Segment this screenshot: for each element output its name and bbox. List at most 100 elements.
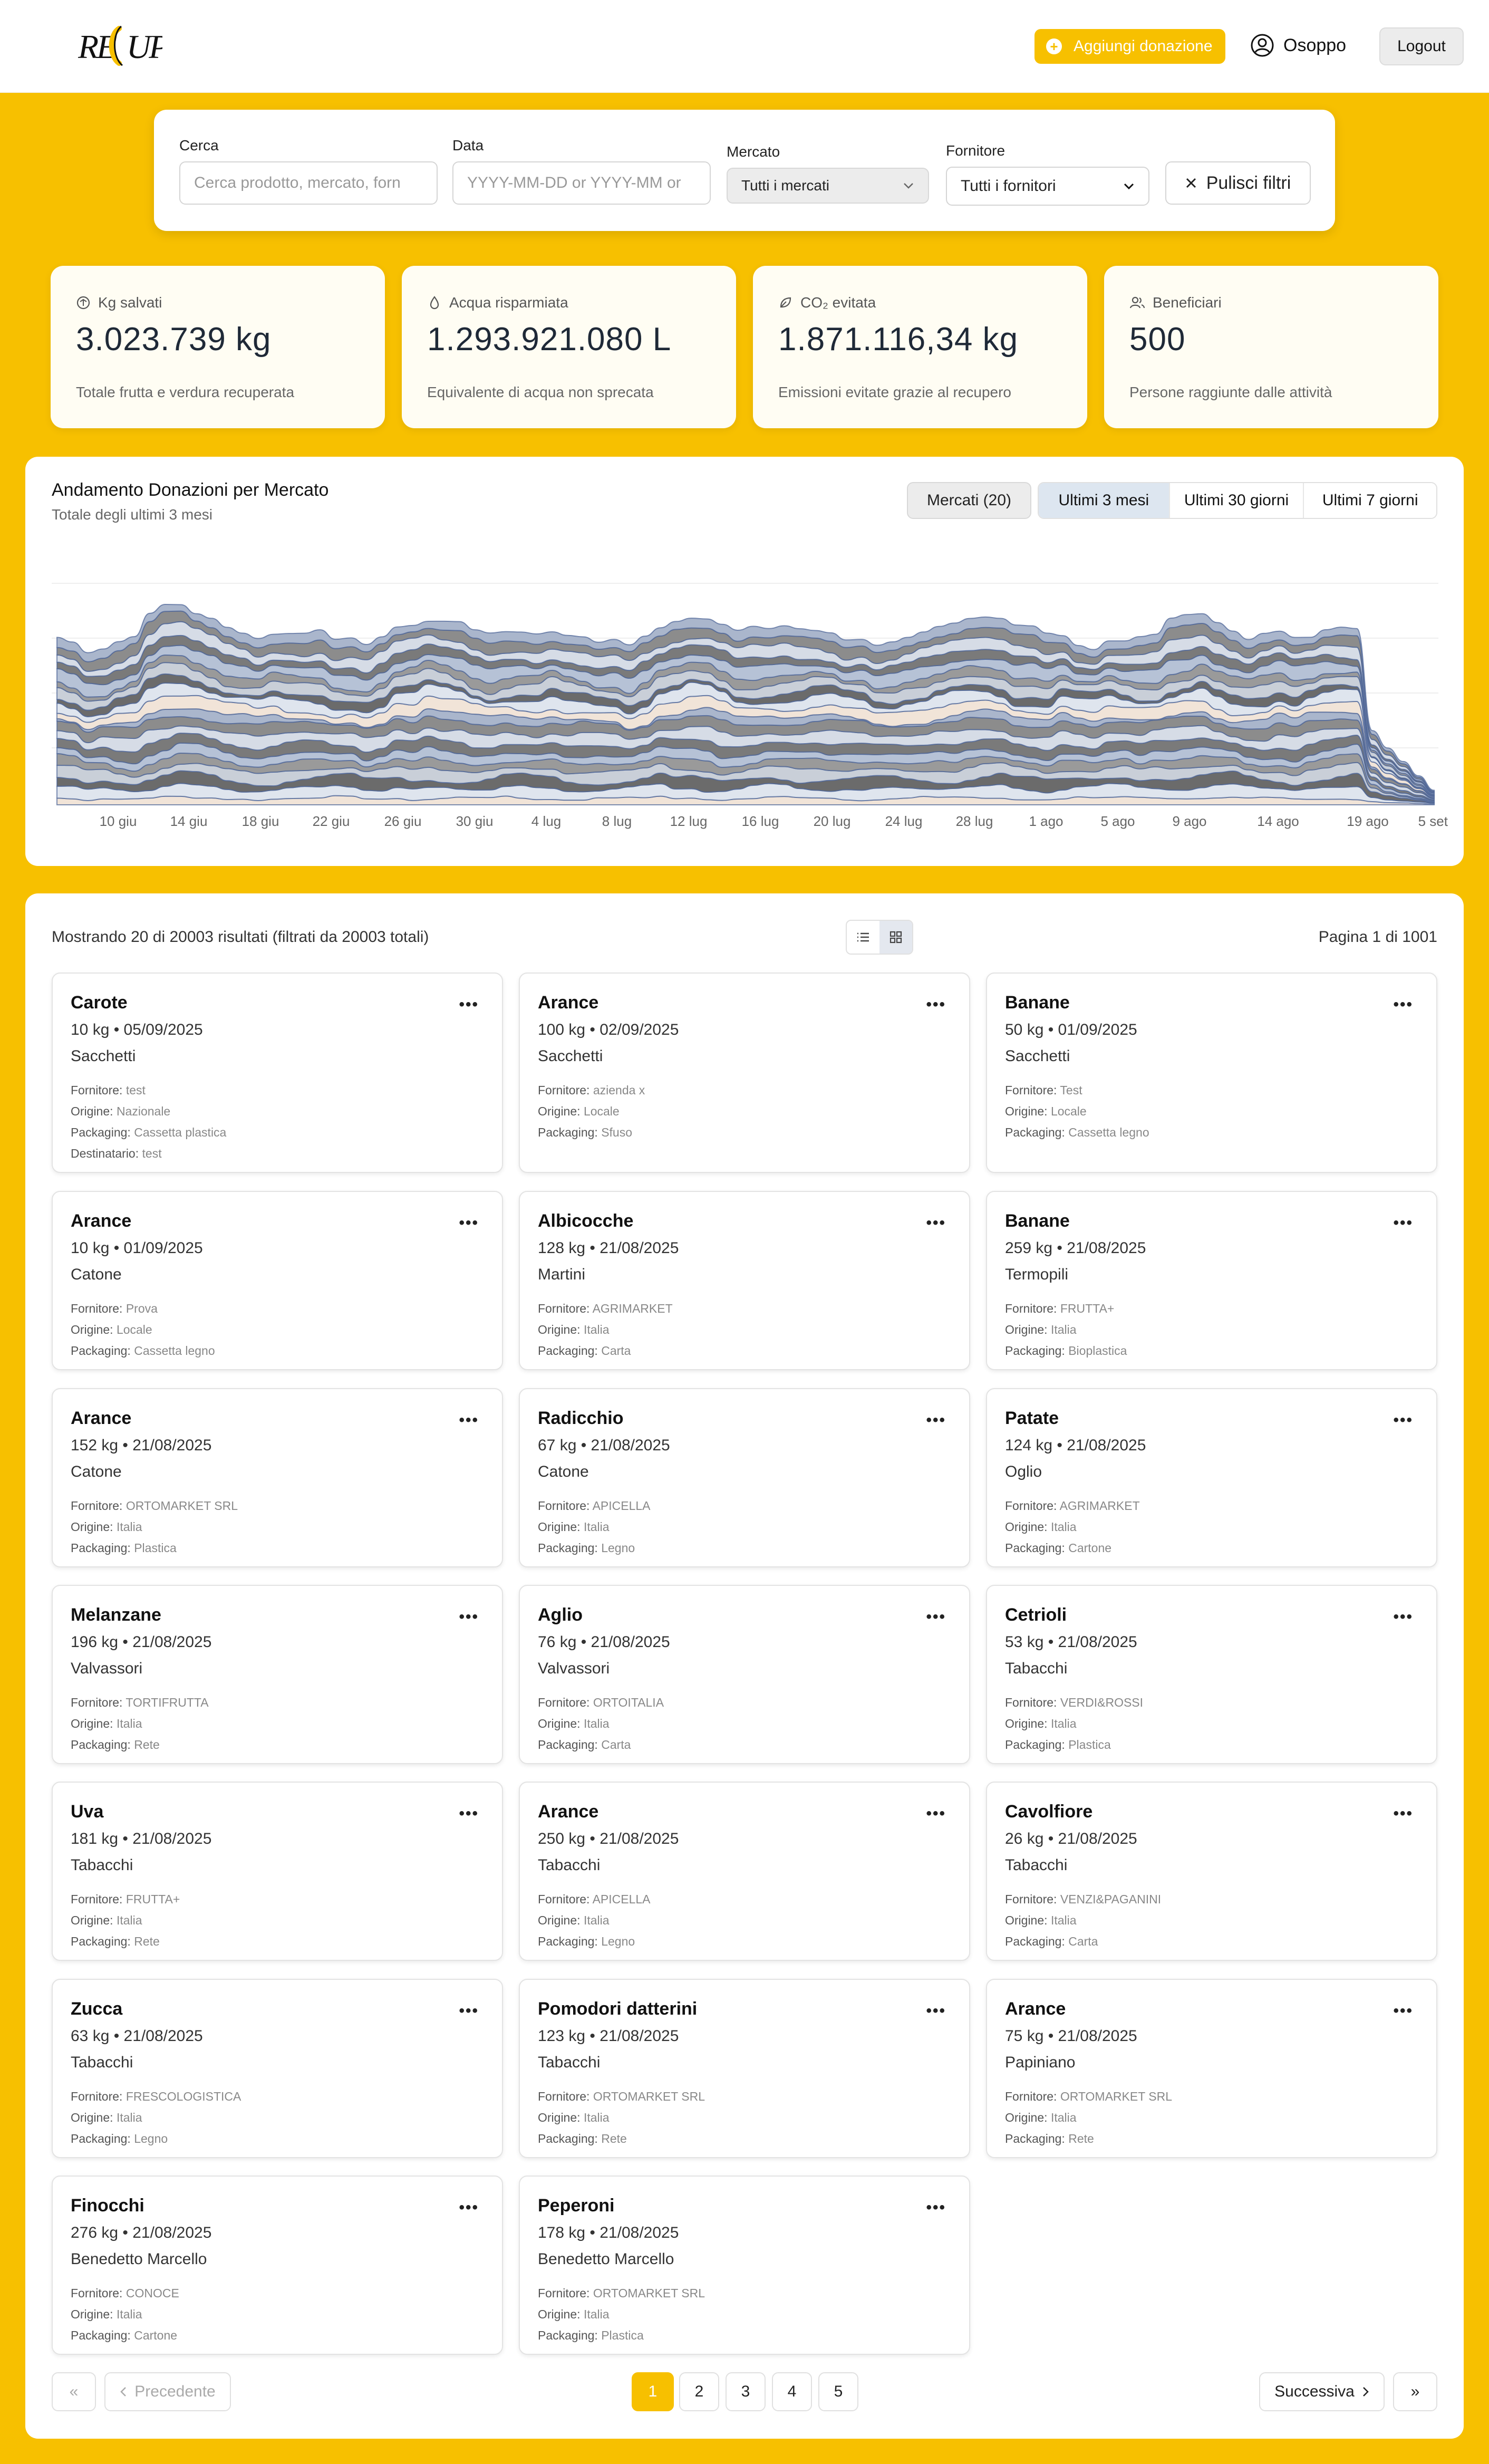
card-packaging: Packaging: Plastica	[71, 1541, 177, 1555]
donation-card[interactable]: Banane ••• 259 kg • 21/08/2025 Termopili For…	[986, 1191, 1437, 1370]
donation-card[interactable]: Arance ••• 250 kg • 21/08/2025 Tabacchi Forn…	[519, 1782, 970, 1961]
card-market: Tabacchi	[538, 2054, 601, 2071]
card-weight-date: 196 kg • 21/08/2025	[71, 1633, 212, 1651]
card-origine: Origine: Italia	[1005, 1323, 1077, 1337]
card-fornitore-label: Fornitore:	[71, 1302, 123, 1315]
more-options-icon[interactable]: •••	[459, 1214, 479, 1232]
card-origine-value: Italia	[583, 2307, 610, 2321]
more-options-icon[interactable]: •••	[459, 1411, 479, 1429]
more-options-icon[interactable]: •••	[459, 2002, 479, 2020]
card-fornitore-value: azienda x	[593, 1083, 645, 1097]
more-options-icon[interactable]: •••	[926, 1805, 946, 1823]
donation-card[interactable]: Melanzane ••• 196 kg • 21/08/2025 Valvassor…	[52, 1585, 503, 1764]
page-button-5[interactable]: 5	[818, 2372, 858, 2411]
donation-card[interactable]: Patate ••• 124 kg • 21/08/2025 Oglio Fornito…	[986, 1388, 1437, 1567]
donation-card[interactable]: Arance ••• 100 kg • 02/09/2025 Sacchetti For…	[519, 973, 970, 1173]
donation-card[interactable]: Albicocche ••• 128 kg • 21/08/2025 Martini F…	[519, 1191, 970, 1370]
page-button-1[interactable]: 1	[632, 2372, 674, 2411]
date-input[interactable]: YYYY-MM-DD or YYYY-MM or	[452, 161, 711, 205]
card-origine-label: Origine:	[538, 2307, 581, 2321]
streamgraph-chart[interactable]: 10 giu 14 giu 18 giu 22 giu 26 giu 30 giu 4 lu…	[25, 457, 1464, 866]
stat-card-co2: CO₂ evitata 1.871.116,34 kg Emissioni ev…	[753, 266, 1087, 428]
card-product-name: Pomodori datterini	[538, 1999, 698, 2019]
search-label: Cerca	[179, 137, 219, 153]
card-origine-value: Italia	[116, 2307, 142, 2321]
stat-value: 1.871.116,34 kg	[778, 321, 1019, 358]
card-market: Tabacchi	[538, 1856, 601, 1874]
card-origine-value: Italia	[583, 1717, 610, 1730]
donation-card[interactable]: Carote ••• 10 kg • 05/09/2025 Sacchetti Forn…	[52, 973, 503, 1173]
card-packaging-value: Carta	[601, 1344, 631, 1358]
card-market: Oglio	[1005, 1463, 1042, 1480]
grid-view-button[interactable]	[879, 921, 912, 954]
page-button-3[interactable]: 3	[726, 2372, 766, 2411]
more-options-icon[interactable]: •••	[1393, 1608, 1413, 1626]
clear-filters-label: Pulisci filtri	[1206, 172, 1291, 193]
prev-page-button[interactable]: Precedente	[104, 2372, 231, 2411]
recup-logo[interactable]: RE UP	[78, 21, 162, 70]
donation-card[interactable]: Arance ••• 10 kg • 01/09/2025 Catone Fornito…	[52, 1191, 503, 1370]
more-options-icon[interactable]: •••	[1393, 2002, 1413, 2020]
card-product-name: Arance	[71, 1211, 132, 1231]
more-options-icon[interactable]: •••	[926, 1411, 946, 1429]
search-input[interactable]: Cerca prodotto, mercato, forn	[179, 161, 438, 205]
card-fornitore: Fornitore: ORTOMARKET SRL	[538, 2090, 705, 2104]
page-button-4[interactable]: 4	[772, 2372, 812, 2411]
more-options-icon[interactable]: •••	[459, 1805, 479, 1823]
more-options-icon[interactable]: •••	[459, 2199, 479, 2217]
more-options-icon[interactable]: •••	[1393, 1411, 1413, 1429]
more-options-icon[interactable]: •••	[459, 1608, 479, 1626]
donation-card[interactable]: Pomodori datterini ••• 123 kg • 21/08/2025…	[519, 1979, 970, 2158]
donation-card[interactable]: Peperoni ••• 178 kg • 21/08/2025 Benedetto …	[519, 2176, 970, 2355]
clear-filters-button[interactable]: Pulisci filtri	[1165, 161, 1311, 205]
donation-card[interactable]: Arance ••• 75 kg • 21/08/2025 Papiniano Forn…	[986, 1979, 1437, 2158]
card-fornitore: Fornitore: azienda x	[538, 1083, 645, 1098]
last-page-button[interactable]: »	[1393, 2372, 1437, 2411]
more-options-icon[interactable]: •••	[926, 1214, 946, 1232]
logout-button[interactable]: Logout	[1379, 27, 1464, 65]
stat-value: 3.023.739 kg	[76, 321, 272, 358]
donation-card[interactable]: Cavolfiore ••• 26 kg • 21/08/2025 Tabacchi F…	[986, 1782, 1437, 1961]
card-fornitore-value: ORTOMARKET SRL	[593, 2286, 705, 2300]
stat-card-beneficiaries: Beneficiari 500 Persone raggiunte dalle …	[1104, 266, 1438, 428]
card-origine-value: Italia	[1050, 1520, 1077, 1534]
date-label: Data	[452, 137, 484, 153]
donation-card[interactable]: Radicchio ••• 67 kg • 21/08/2025 Catone Forn…	[519, 1388, 970, 1567]
list-view-button[interactable]	[847, 921, 879, 954]
donation-card[interactable]: Arance ••• 152 kg • 21/08/2025 Catone Fornit…	[52, 1388, 503, 1567]
more-options-icon[interactable]: •••	[1393, 1805, 1413, 1823]
more-options-icon[interactable]: •••	[926, 996, 946, 1014]
stat-card-kg: Kg salvati 3.023.739 kg Totale frutta e …	[51, 266, 385, 428]
card-packaging-value: Rete	[601, 2132, 627, 2145]
next-page-button[interactable]: Successiva	[1259, 2372, 1385, 2411]
donation-card[interactable]: Uva ••• 181 kg • 21/08/2025 Tabacchi Fornito…	[52, 1782, 503, 1961]
card-origine-value: Locale	[583, 1104, 620, 1118]
market-select[interactable]: Tutti i mercati	[727, 168, 929, 204]
page-button-2[interactable]: 2	[679, 2372, 719, 2411]
donation-card[interactable]: Aglio ••• 76 kg • 21/08/2025 Valvassori Forn…	[519, 1585, 970, 1764]
more-options-icon[interactable]: •••	[1393, 996, 1413, 1014]
chevron-down-icon	[1124, 183, 1134, 190]
more-options-icon[interactable]: •••	[926, 1608, 946, 1626]
more-options-icon[interactable]: •••	[1393, 1214, 1413, 1232]
donation-card[interactable]: Banane ••• 50 kg • 01/09/2025 Sacchetti Forn…	[986, 973, 1437, 1173]
donation-card[interactable]: Cetrioli ••• 53 kg • 21/08/2025 Tabacchi For…	[986, 1585, 1437, 1764]
card-packaging-label: Packaging:	[538, 2132, 598, 2145]
stat-value: 500	[1129, 321, 1186, 358]
card-origine: Origine: Italia	[1005, 1520, 1077, 1534]
card-origine-value: Nazionale	[116, 1104, 171, 1118]
more-options-icon[interactable]: •••	[459, 996, 479, 1014]
more-options-icon[interactable]: •••	[926, 2002, 946, 2020]
more-options-icon[interactable]: •••	[926, 2199, 946, 2217]
first-page-button[interactable]: «	[52, 2372, 96, 2411]
donation-card[interactable]: Zucca ••• 63 kg • 21/08/2025 Tabacchi Fornit…	[52, 1979, 503, 2158]
supplier-select[interactable]: Tutti i fornitori	[946, 167, 1149, 206]
user-menu[interactable]: Osoppo	[1250, 33, 1346, 58]
card-fornitore-label: Fornitore:	[538, 1696, 590, 1709]
donation-card[interactable]: Finocchi ••• 276 kg • 21/08/2025 Benedetto …	[52, 2176, 503, 2355]
card-origine-value: Italia	[1050, 1913, 1077, 1927]
card-fornitore: Fornitore: APICELLA	[538, 1499, 651, 1513]
stat-label: Kg salvati	[98, 294, 162, 311]
add-donation-button[interactable]: + Aggiungi donazione	[1034, 29, 1225, 64]
card-weight-date: 181 kg • 21/08/2025	[71, 1830, 212, 1847]
